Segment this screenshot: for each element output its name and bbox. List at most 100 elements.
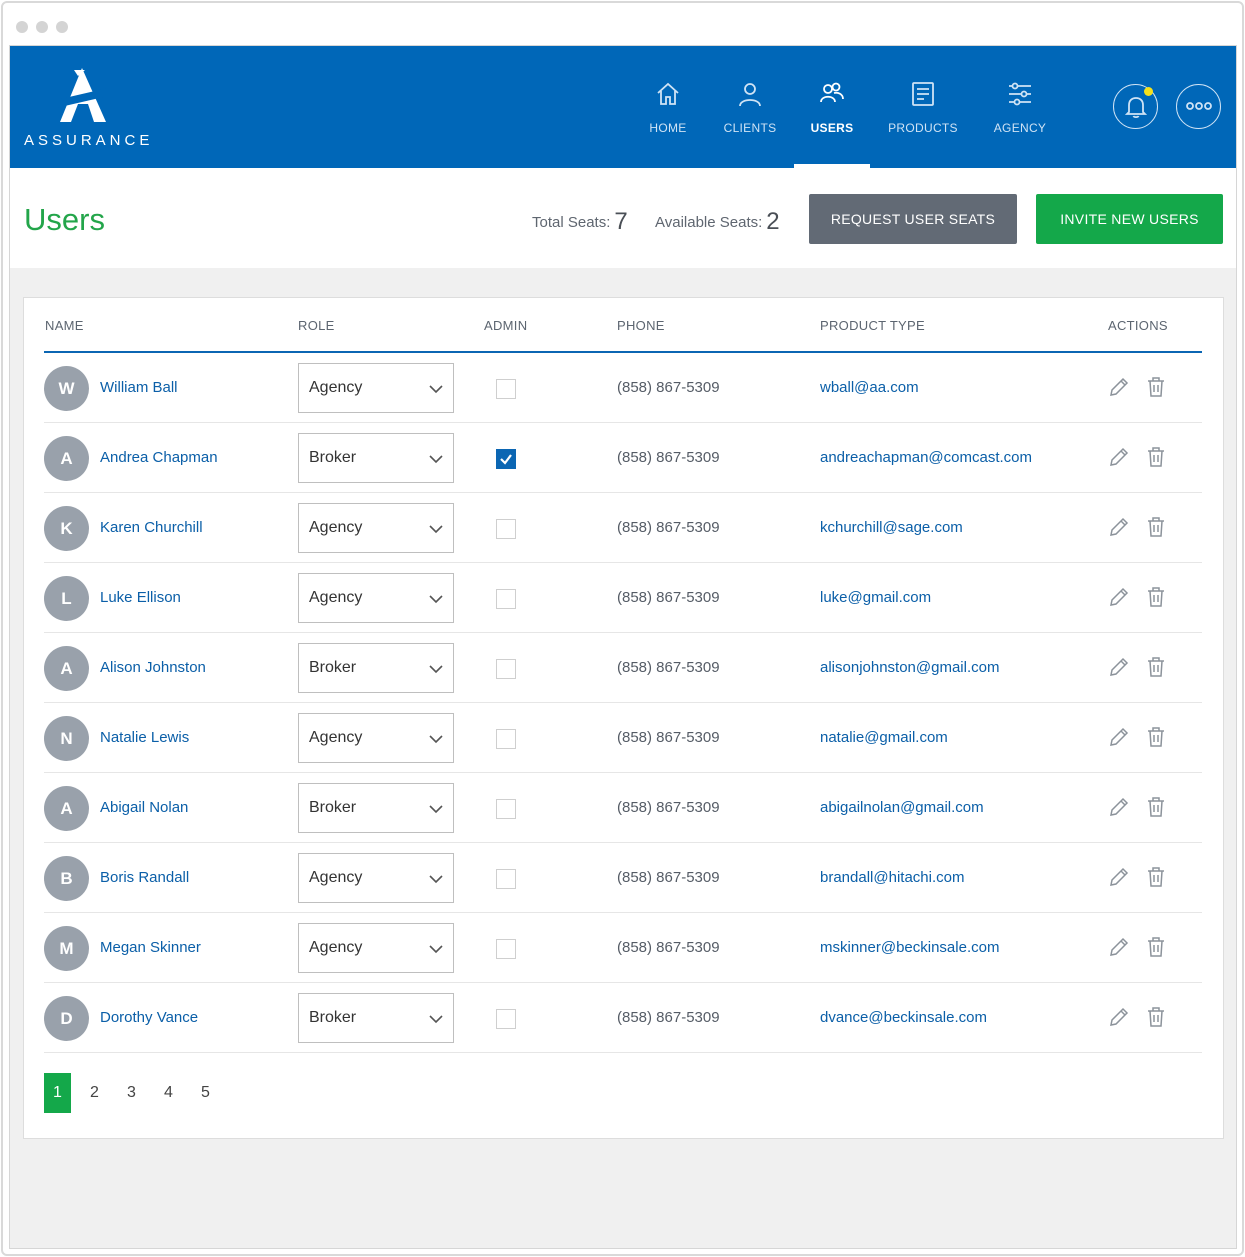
delete-icon[interactable]: [1144, 795, 1168, 819]
edit-icon[interactable]: [1107, 375, 1131, 399]
column-header-name[interactable]: NAME: [45, 318, 84, 333]
total-seats-label: Total Seats:: [532, 214, 611, 231]
edit-icon[interactable]: [1107, 585, 1131, 609]
nav-clients[interactable]: CLIENTS: [716, 46, 784, 168]
window-dot-close[interactable]: [16, 21, 28, 33]
admin-checkbox[interactable]: [496, 659, 516, 679]
user-name-link[interactable]: Alison Johnston: [100, 659, 206, 676]
email-link[interactable]: kchurchill@sage.com: [820, 519, 963, 536]
nav-agency[interactable]: AGENCY: [988, 46, 1052, 168]
page-2-button[interactable]: 2: [81, 1073, 108, 1113]
table-row: W William Ball Agency (858) 867-5309 wball@a…: [44, 353, 1202, 423]
role-select[interactable]: Agency: [298, 503, 454, 553]
chevron-down-icon: [429, 805, 443, 814]
brand-name: ASSURANCE: [24, 132, 154, 149]
email-link[interactable]: alisonjohnston@gmail.com: [820, 659, 999, 676]
admin-checkbox[interactable]: [496, 379, 516, 399]
email-link[interactable]: andreachapman@comcast.com: [820, 449, 1032, 466]
role-select[interactable]: Broker: [298, 643, 454, 693]
avatar: A: [44, 786, 89, 831]
window-dot-maximize[interactable]: [56, 21, 68, 33]
email-link[interactable]: wball@aa.com: [820, 379, 919, 396]
phone-number: (858) 867-5309: [617, 659, 720, 676]
admin-checkbox[interactable]: [496, 799, 516, 819]
request-user-seats-button[interactable]: REQUEST USER SEATS: [809, 194, 1017, 244]
user-name-link[interactable]: Dorothy Vance: [100, 1009, 198, 1026]
role-select[interactable]: Agency: [298, 713, 454, 763]
page-3-button[interactable]: 3: [118, 1073, 145, 1113]
role-select[interactable]: Agency: [298, 853, 454, 903]
column-header-admin[interactable]: ADMIN: [484, 318, 527, 333]
phone-number: (858) 867-5309: [617, 379, 720, 396]
admin-checkbox[interactable]: [496, 519, 516, 539]
admin-checkbox[interactable]: [496, 449, 516, 469]
email-link[interactable]: abigailnolan@gmail.com: [820, 799, 984, 816]
role-select[interactable]: Broker: [298, 433, 454, 483]
chevron-down-icon: [429, 455, 443, 464]
role-select[interactable]: Broker: [298, 783, 454, 833]
column-header-role[interactable]: ROLE: [298, 318, 335, 333]
column-header-phone[interactable]: PHONE: [617, 318, 665, 333]
table-row: L Luke Ellison Agency (858) 867-5309 luke@gm…: [44, 563, 1202, 633]
avatar: M: [44, 926, 89, 971]
admin-checkbox[interactable]: [496, 589, 516, 609]
email-link[interactable]: luke@gmail.com: [820, 589, 931, 606]
chevron-down-icon: [429, 525, 443, 534]
email-link[interactable]: brandall@hitachi.com: [820, 869, 964, 886]
user-name-link[interactable]: William Ball: [100, 379, 178, 396]
available-seats-value: 2: [766, 208, 780, 235]
edit-icon[interactable]: [1107, 515, 1131, 539]
invite-new-users-button[interactable]: INVITE NEW USERS: [1036, 194, 1223, 244]
brand-logo[interactable]: ASSURANCE: [24, 64, 149, 154]
nav-home[interactable]: HOME: [639, 46, 697, 168]
edit-icon[interactable]: [1107, 935, 1131, 959]
user-name-link[interactable]: Boris Randall: [100, 869, 189, 886]
role-select[interactable]: Agency: [298, 363, 454, 413]
delete-icon[interactable]: [1144, 865, 1168, 889]
admin-checkbox[interactable]: [496, 1009, 516, 1029]
nav-users[interactable]: USERS: [794, 46, 870, 168]
page-4-button[interactable]: 4: [155, 1073, 182, 1113]
delete-icon[interactable]: [1144, 655, 1168, 679]
admin-checkbox[interactable]: [496, 869, 516, 889]
edit-icon[interactable]: [1107, 1005, 1131, 1029]
top-navigation-bar: ASSURANCE HOME CLIENTS USERS PRODUCTS AG…: [10, 46, 1236, 168]
column-header-product-type[interactable]: PRODUCT TYPE: [820, 318, 925, 333]
delete-icon[interactable]: [1144, 935, 1168, 959]
role-select[interactable]: Agency: [298, 573, 454, 623]
user-name-link[interactable]: Abigail Nolan: [100, 799, 188, 816]
edit-icon[interactable]: [1107, 725, 1131, 749]
page-5-button[interactable]: 5: [192, 1073, 219, 1113]
delete-icon[interactable]: [1144, 375, 1168, 399]
admin-checkbox[interactable]: [496, 939, 516, 959]
window-dot-minimize[interactable]: [36, 21, 48, 33]
notifications-button[interactable]: [1113, 84, 1158, 129]
available-seats-label: Available Seats:: [655, 214, 763, 231]
delete-icon[interactable]: [1144, 445, 1168, 469]
role-select[interactable]: Agency: [298, 923, 454, 973]
edit-icon[interactable]: [1107, 795, 1131, 819]
page-1-button[interactable]: 1: [44, 1073, 71, 1113]
delete-icon[interactable]: [1144, 515, 1168, 539]
user-name-link[interactable]: Karen Churchill: [100, 519, 203, 536]
user-name-link[interactable]: Luke Ellison: [100, 589, 181, 606]
email-link[interactable]: dvance@beckinsale.com: [820, 1009, 987, 1026]
delete-icon[interactable]: [1144, 585, 1168, 609]
more-menu-button[interactable]: [1176, 84, 1221, 129]
email-link[interactable]: natalie@gmail.com: [820, 729, 948, 746]
window-controls: [16, 21, 68, 33]
edit-icon[interactable]: [1107, 865, 1131, 889]
email-link[interactable]: mskinner@beckinsale.com: [820, 939, 999, 956]
delete-icon[interactable]: [1144, 1005, 1168, 1029]
table-row: D Dorothy Vance Broker (858) 867-5309 dvance…: [44, 983, 1202, 1053]
user-name-link[interactable]: Andrea Chapman: [100, 449, 218, 466]
role-select[interactable]: Broker: [298, 993, 454, 1043]
nav-products[interactable]: PRODUCTS: [884, 46, 962, 168]
user-name-link[interactable]: Natalie Lewis: [100, 729, 189, 746]
edit-icon[interactable]: [1107, 445, 1131, 469]
page-header: Users Total Seats: 7 Available Seats: 2 RE…: [10, 168, 1236, 268]
edit-icon[interactable]: [1107, 655, 1131, 679]
delete-icon[interactable]: [1144, 725, 1168, 749]
user-name-link[interactable]: Megan Skinner: [100, 939, 201, 956]
admin-checkbox[interactable]: [496, 729, 516, 749]
